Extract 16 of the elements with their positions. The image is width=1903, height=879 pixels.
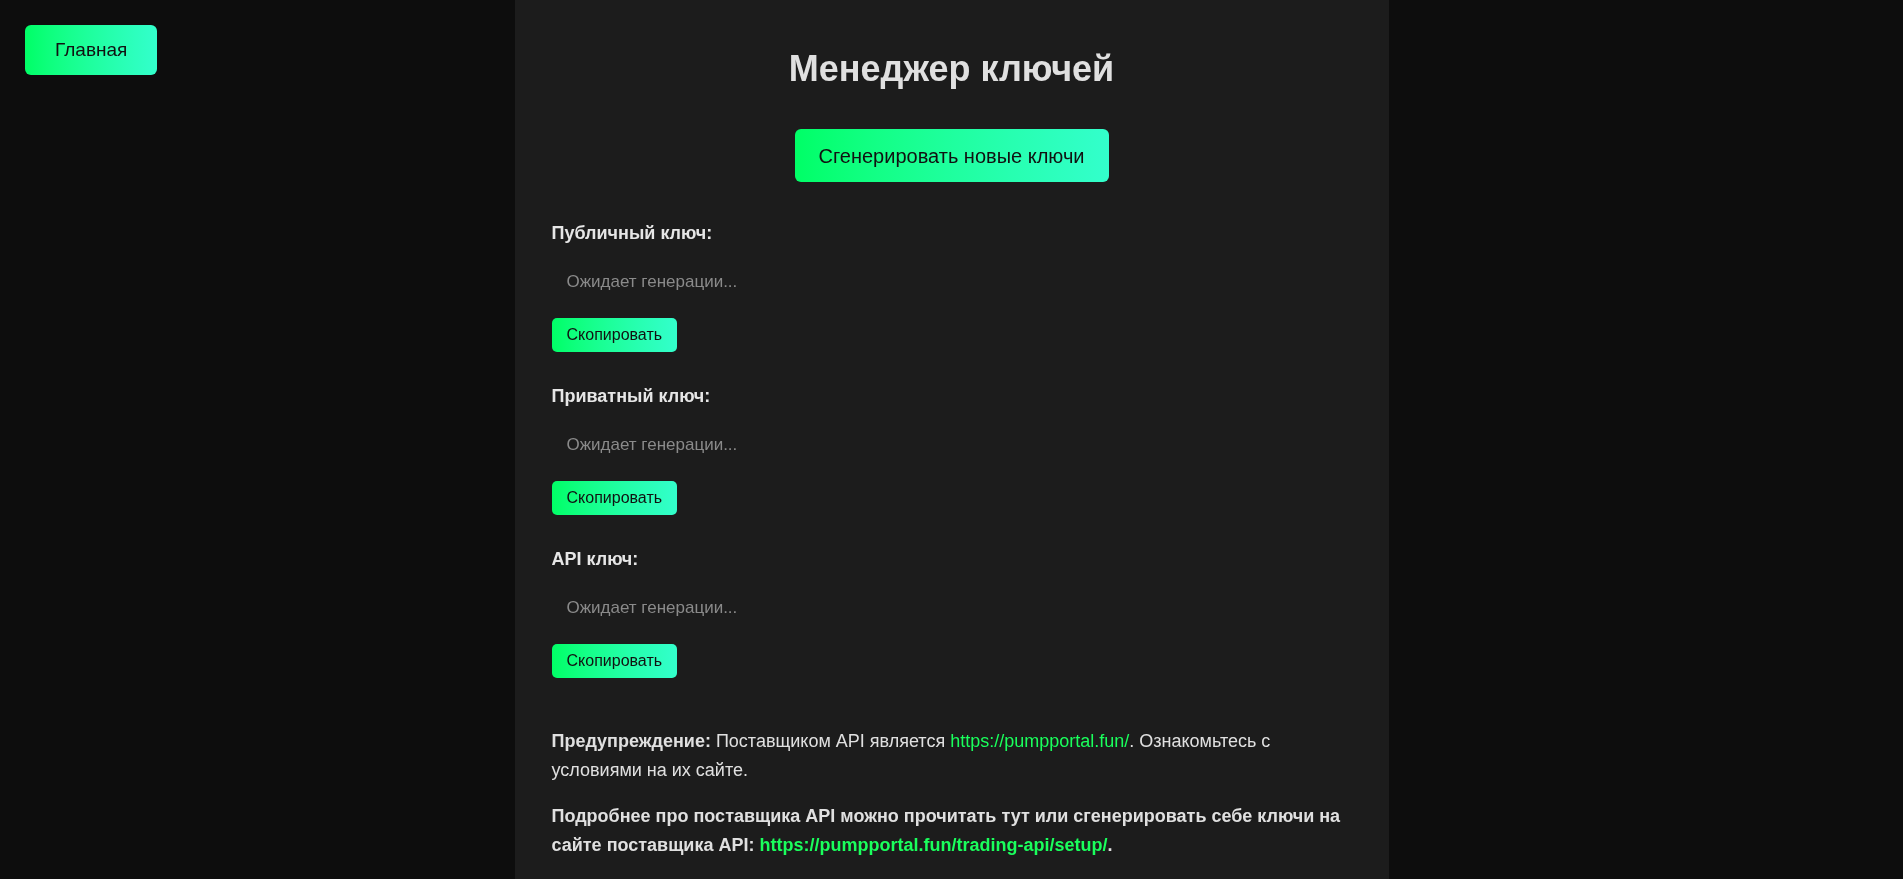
generate-keys-button[interactable]: Сгенерировать новые ключи <box>794 129 1109 182</box>
copy-button[interactable]: Скопировать <box>551 644 678 678</box>
home-button[interactable]: Главная <box>25 25 158 75</box>
info-paragraph: Подробнее про поставщика API можно прочитать тут или сгенерировать себе ключи на сайте поставщика API: https://pumpportal.fun/trading-api/setup/. <box>551 805 1342 857</box>
key-field[interactable]: Ожидает генерации... <box>551 588 1352 628</box>
info-paragraph: Предупреждение: Поставщиком API является https://pumpportal.fun/. Ознакомьтесь с условиями на их сайте. <box>551 730 1272 782</box>
copy-button[interactable]: Скопировать <box>551 318 678 352</box>
key-label: API ключ: <box>551 549 640 569</box>
key-field[interactable]: Ожидает генерации... <box>551 262 1352 302</box>
provider-link[interactable]: https://pumpportal.fun/ <box>950 731 1130 751</box>
key-label: Публичный ключ: <box>551 223 714 243</box>
page-title: Менеджер ключей <box>788 50 1115 88</box>
provider-link[interactable]: https://pumpportal.fun/trading-api/setup/ <box>759 835 1108 855</box>
key-label: Приватный ключ: <box>551 386 712 406</box>
key-field[interactable]: Ожидает генерации... <box>551 425 1352 465</box>
copy-button[interactable]: Скопировать <box>551 481 678 515</box>
